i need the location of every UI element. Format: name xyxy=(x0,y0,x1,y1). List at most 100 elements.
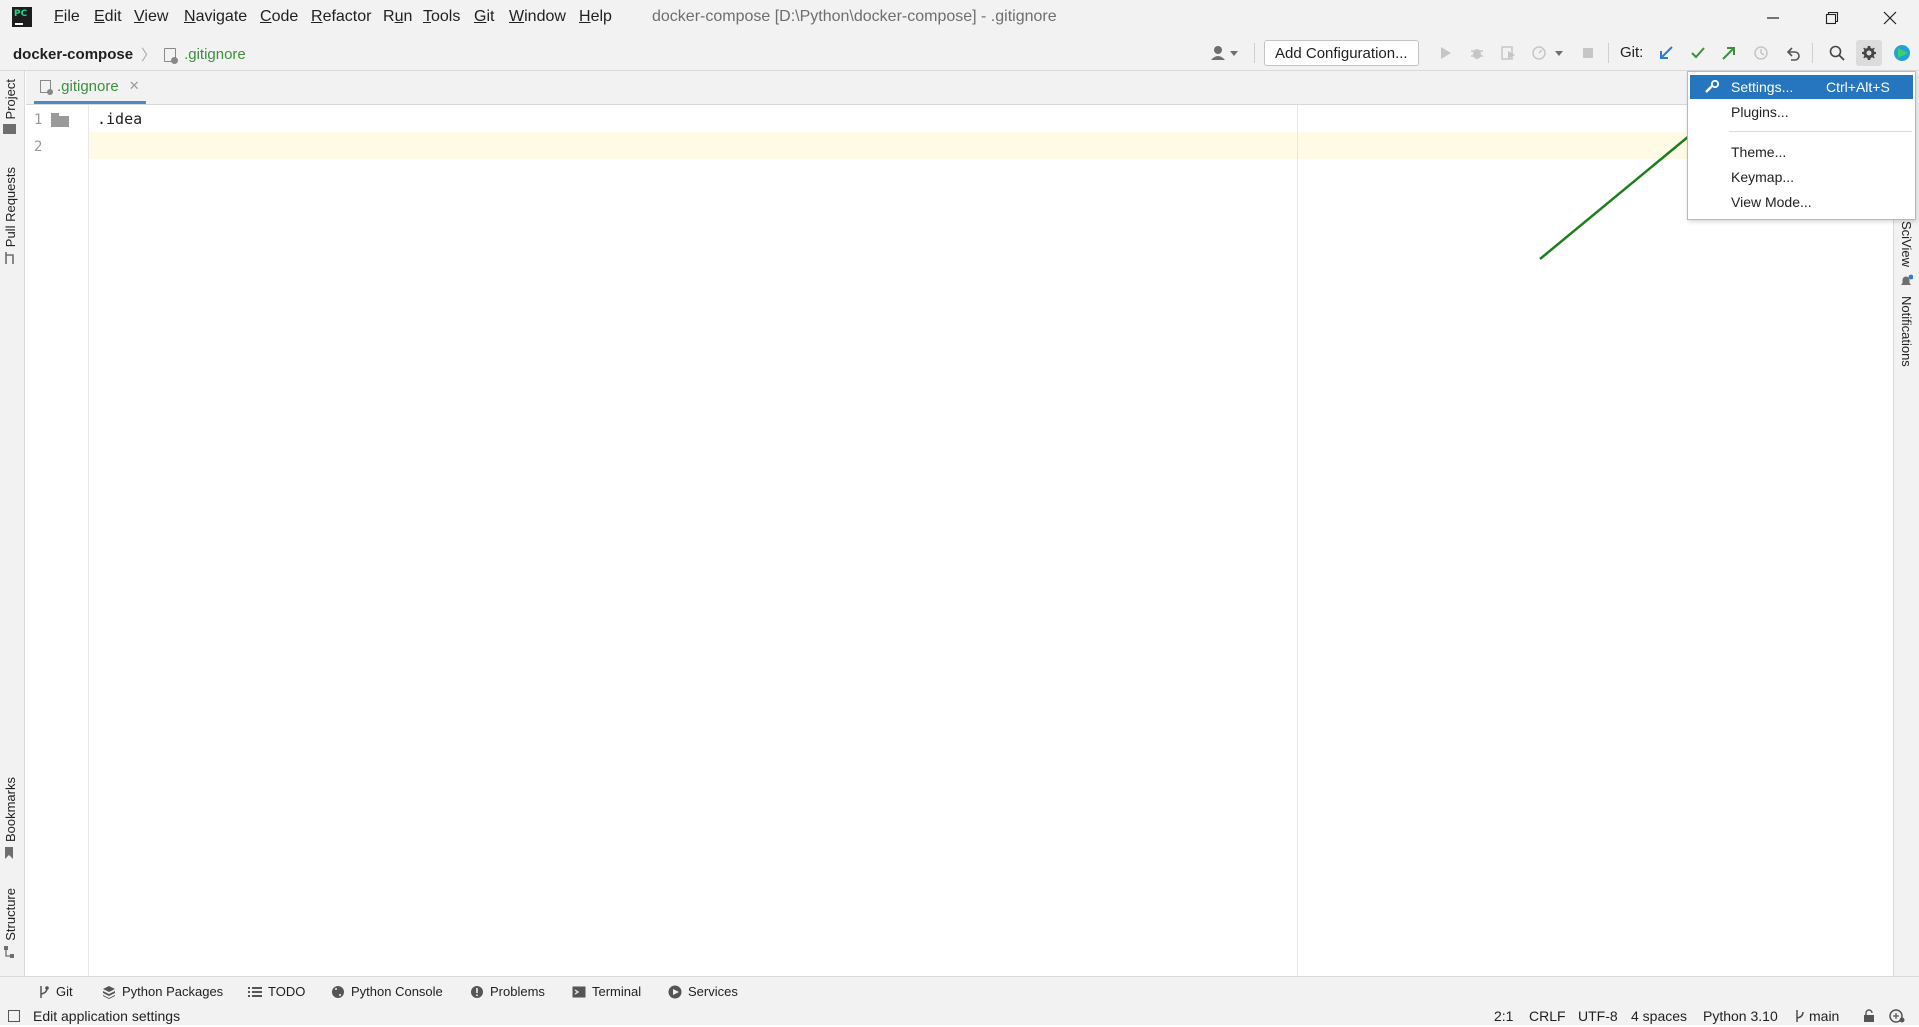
close-button[interactable] xyxy=(1861,0,1919,35)
menu-navigate[interactable]: Navigate xyxy=(184,8,247,26)
tool-window-problems-label: Problems xyxy=(490,984,545,999)
tool-window-python-packages[interactable]: Python Packages xyxy=(102,984,223,999)
folder-icon xyxy=(3,124,16,135)
tool-tab-project[interactable]: Project xyxy=(3,79,18,135)
breadcrumb-separator-icon: 〉 xyxy=(141,47,157,64)
close-tab-icon[interactable]: ✕ xyxy=(129,78,140,94)
tool-window-git-label: Git xyxy=(56,984,73,999)
tool-tab-notifications-label: Notifications xyxy=(1899,296,1914,367)
tool-tab-bookmarks[interactable]: Bookmarks xyxy=(3,777,18,864)
tool-window-todo[interactable]: TODO xyxy=(248,984,305,999)
git-update-button[interactable] xyxy=(1656,43,1676,63)
code-with-me-button[interactable] xyxy=(1892,43,1912,63)
menu-item-keymap[interactable]: Keymap... xyxy=(1690,165,1913,189)
toggle-tool-windows-icon[interactable] xyxy=(8,1010,20,1022)
search-icon xyxy=(1829,45,1845,61)
minimize-button[interactable] xyxy=(1744,0,1802,35)
line-separator[interactable]: CRLF xyxy=(1529,1008,1566,1024)
git-commit-button[interactable] xyxy=(1688,43,1708,63)
status-message: Edit application settings xyxy=(33,1008,181,1024)
git-push-icon xyxy=(1722,47,1735,60)
todo-list-icon xyxy=(248,986,262,997)
restore-button[interactable] xyxy=(1803,0,1861,35)
stop-icon xyxy=(1583,48,1593,58)
tool-window-python-console-label: Python Console xyxy=(351,984,443,999)
gitignore-file-icon xyxy=(40,79,53,95)
code-line: .idea xyxy=(97,110,143,128)
coverage-button[interactable] xyxy=(1498,43,1518,63)
python-interpreter[interactable]: Python 3.10 xyxy=(1703,1008,1778,1024)
indent-setting[interactable]: 4 spaces xyxy=(1631,1008,1687,1024)
git-push-button[interactable] xyxy=(1719,43,1739,63)
account-button[interactable] xyxy=(1208,43,1242,63)
menu-file[interactable]: File xyxy=(54,8,80,26)
editor-tab-label: .gitignore xyxy=(57,77,119,95)
problems-icon xyxy=(471,985,483,998)
git-history-button[interactable] xyxy=(1751,43,1771,63)
python-console-icon xyxy=(332,985,344,998)
editor-tab-gitignore[interactable]: .gitignore ✕ xyxy=(34,71,146,104)
tool-window-terminal[interactable]: Terminal xyxy=(572,984,641,999)
menu-run[interactable]: Run xyxy=(383,8,412,26)
menu-item-plugins[interactable]: Plugins... xyxy=(1690,100,1913,124)
tool-tab-notifications[interactable]: Notifications xyxy=(1899,274,1914,367)
menu-window[interactable]: Window xyxy=(509,8,566,26)
file-encoding[interactable]: UTF-8 xyxy=(1578,1008,1618,1024)
menu-refactor[interactable]: Refactor xyxy=(311,8,371,26)
title-bar: PC File Edit View Navigate Code Refactor… xyxy=(0,0,1919,35)
lock-icon[interactable] xyxy=(1863,1009,1875,1026)
rollback-button[interactable] xyxy=(1783,43,1803,63)
menu-separator xyxy=(1729,131,1912,132)
run-icon xyxy=(1441,47,1451,59)
folder-icon xyxy=(51,113,69,127)
profile-button[interactable] xyxy=(1530,43,1566,63)
search-everywhere-button[interactable] xyxy=(1827,43,1847,63)
menu-git[interactable]: Git xyxy=(474,8,494,26)
tool-window-python-console[interactable]: Python Console xyxy=(331,984,443,999)
tool-tab-sciview[interactable]: SciView xyxy=(1899,221,1914,267)
menu-view[interactable]: View xyxy=(134,8,168,26)
git-update-icon xyxy=(1660,46,1673,59)
run-button[interactable] xyxy=(1435,43,1455,63)
menu-item-view-mode[interactable]: View Mode... xyxy=(1690,190,1913,214)
settings-popup-menu: Settings... Ctrl+Alt+S Plugins... Theme.… xyxy=(1687,71,1916,220)
close-icon xyxy=(1883,11,1897,24)
menu-item-view-mode-label: View Mode... xyxy=(1731,194,1812,210)
tool-tab-structure[interactable]: Structure xyxy=(3,888,18,963)
left-tool-strip: Project Pull Requests Bookmarks Structur… xyxy=(0,71,25,976)
git-branch-icon xyxy=(40,985,49,998)
breadcrumb-file[interactable]: .gitignore xyxy=(184,46,246,63)
menu-edit[interactable]: Edit xyxy=(94,8,122,26)
breadcrumb-project[interactable]: docker-compose xyxy=(13,46,133,63)
menu-code[interactable]: Code xyxy=(260,8,298,26)
settings-button[interactable] xyxy=(1856,40,1882,66)
structure-icon xyxy=(4,945,14,958)
tool-window-git[interactable]: Git xyxy=(38,984,73,999)
tool-window-todo-label: TODO xyxy=(268,984,306,999)
menu-item-keymap-label: Keymap... xyxy=(1731,169,1795,185)
history-icon xyxy=(1754,46,1768,60)
memory-indicator-icon[interactable] xyxy=(1888,1008,1906,1027)
menu-item-theme-label: Theme... xyxy=(1731,144,1787,160)
menu-tools[interactable]: Tools xyxy=(423,8,460,26)
window-title: docker-compose [D:\Python\docker-compose… xyxy=(652,8,1057,25)
git-branch-widget[interactable]: main xyxy=(1795,1008,1839,1024)
caret-position[interactable]: 2:1 xyxy=(1494,1008,1513,1024)
navigation-bar: docker-compose 〉 .gitignore Add Configur… xyxy=(0,35,1919,71)
menu-item-settings[interactable]: Settings... Ctrl+Alt+S xyxy=(1690,75,1913,99)
packages-icon xyxy=(103,985,115,999)
gitignore-file-icon xyxy=(164,47,179,64)
menu-item-theme[interactable]: Theme... xyxy=(1690,140,1913,164)
terminal-icon xyxy=(572,986,586,997)
tool-window-bar: Git Python Packages TODO Python Console … xyxy=(0,976,1919,1006)
tool-window-problems[interactable]: Problems xyxy=(470,984,545,999)
breadcrumb: docker-compose 〉 .gitignore xyxy=(13,44,246,65)
menu-item-settings-label: Settings... xyxy=(1731,79,1794,95)
tool-window-services-label: Services xyxy=(688,984,738,999)
tool-window-services[interactable]: Services xyxy=(668,984,738,999)
line-number: 2 xyxy=(34,139,43,155)
add-configuration-button[interactable]: Add Configuration... xyxy=(1264,40,1419,66)
stop-button[interactable] xyxy=(1578,43,1598,63)
debug-button[interactable] xyxy=(1467,43,1487,63)
menu-help[interactable]: Help xyxy=(579,8,612,26)
